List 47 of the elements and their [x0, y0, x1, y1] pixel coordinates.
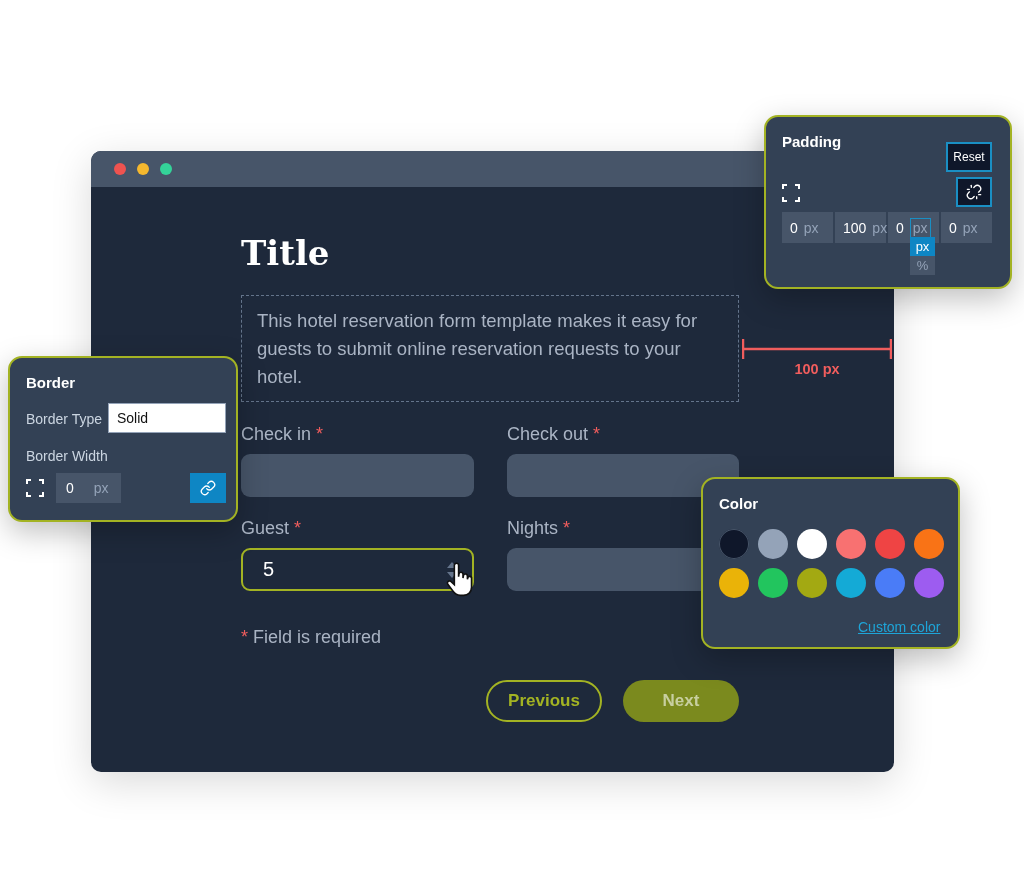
field-label: Check out *	[507, 423, 601, 445]
link-icon	[200, 480, 216, 496]
border-width-field[interactable]: 0 px	[56, 473, 121, 503]
link-toggle-button[interactable]	[190, 473, 226, 503]
number-field[interactable]: 5	[241, 548, 474, 591]
border-width-label: Border Width	[26, 448, 108, 464]
input-field[interactable]	[507, 454, 739, 497]
padding-value-field[interactable]: 0 px	[941, 212, 992, 243]
link-toggle-button[interactable]	[956, 177, 992, 207]
border-type-field[interactable]: Solid	[108, 403, 226, 433]
border-type-label: Border Type	[26, 411, 102, 427]
panel-title: Border	[26, 374, 76, 391]
padding-value-field[interactable]: 0 px	[782, 212, 833, 243]
panel-title: Color	[719, 495, 759, 512]
padding-value-field[interactable]: 100 px	[835, 212, 886, 243]
window-control-dot[interactable]	[160, 163, 172, 175]
color-swatch[interactable]	[875, 529, 905, 559]
panel-title: Padding	[782, 133, 842, 150]
previous-button[interactable]: Previous	[486, 680, 602, 722]
color-swatch[interactable]	[875, 568, 905, 598]
input-field[interactable]	[241, 454, 474, 497]
field-label: Check in *	[241, 423, 324, 445]
color-swatch[interactable]	[719, 568, 749, 598]
custom-color-link[interactable]: Custom color	[858, 619, 941, 635]
color-swatch[interactable]	[758, 568, 788, 598]
reset-button[interactable]: Reset	[946, 142, 992, 172]
field-label: Nights *	[507, 517, 571, 539]
window-control-dot[interactable]	[137, 163, 149, 175]
color-swatch[interactable]	[836, 529, 866, 559]
color-swatch[interactable]	[836, 568, 866, 598]
frame-corners-icon	[782, 184, 800, 202]
required-note: * Field is required	[241, 627, 382, 648]
unit-option[interactable]: px	[910, 237, 935, 256]
color-swatch[interactable]	[914, 568, 944, 598]
color-swatch[interactable]	[797, 568, 827, 598]
color-swatch[interactable]	[797, 529, 827, 559]
window-control-dot[interactable]	[114, 163, 126, 175]
color-swatch[interactable]	[719, 529, 749, 559]
color-swatch[interactable]	[758, 529, 788, 559]
padding-value-field[interactable]: 0 px	[888, 212, 939, 243]
form-description: This hotel reservation form template makes it easy for guests to submit online reservation requests to your hotel.	[241, 295, 739, 402]
form-title: Title	[241, 233, 330, 273]
color-swatch[interactable]	[914, 529, 944, 559]
field-label: Guest *	[241, 517, 302, 539]
frame-corners-icon	[26, 479, 44, 497]
spacing-measure-label: 100 px	[794, 361, 840, 377]
broken-link-icon	[966, 184, 982, 200]
